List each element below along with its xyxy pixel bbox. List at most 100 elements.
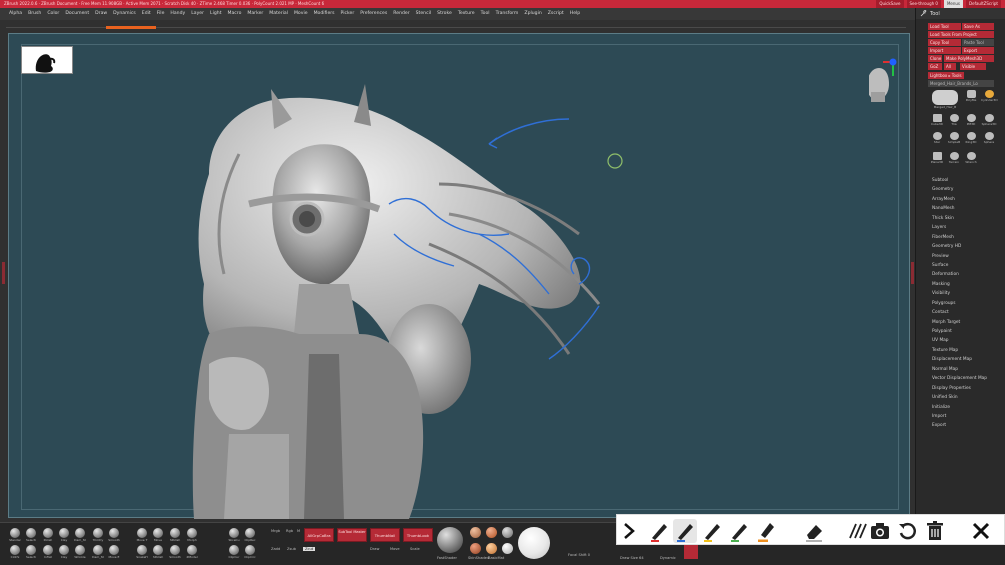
tool-thumb-plane3d[interactable]: Plane3D [929,152,945,166]
navigation-gizmo[interactable] [869,46,914,106]
matcap-swatch[interactable] [502,527,513,538]
subpalette-display-properties[interactable]: Display Properties [930,384,1002,393]
subpalette-preview[interactable]: Preview [930,252,1002,261]
brush-zmodel[interactable]: ZModel [184,545,200,563]
subpalette-visibility[interactable]: Visibility [930,289,1002,298]
export-button[interactable]: Export [962,47,994,54]
brush-move-e[interactable]: Move E [106,545,122,563]
scale-mode-button[interactable]: Scale [410,547,420,551]
dynamic-toggle[interactable]: Dynamic [660,556,676,560]
clone-button[interactable]: Clone [928,55,942,62]
menu-item-macro[interactable]: Macro [225,8,245,20]
menu-item-stencil[interactable]: Stencil [413,8,435,20]
material-swatch-6[interactable] [502,543,513,554]
subpalette-thick-skin[interactable]: Thick Skin [930,214,1002,223]
save-as-button[interactable]: Save As [962,23,994,30]
subpalette-nanomesh[interactable]: NanoMesh [930,204,1002,213]
tool-thumb-wrench[interactable]: Wrench [963,152,979,166]
load-tools-from-project-button[interactable]: Load Tools From Project [928,31,994,38]
menu-item-render[interactable]: Render [390,8,412,20]
menu-item-material[interactable]: Material [266,8,291,20]
zcut-button[interactable]: Zcut [303,547,316,551]
brush-slicecu[interactable]: SliceCu [226,528,242,546]
copy-tool-button[interactable]: Copy Tool [928,39,961,46]
rgb-label[interactable]: Rgb [286,529,293,533]
goz-all-button[interactable]: All [944,63,956,70]
subpalette-initialize[interactable]: Initialize [930,403,1002,412]
brush-clipcur[interactable]: ClipCur [226,545,242,563]
menu-item-edit[interactable]: Edit [139,8,154,20]
subpalette-normal-map[interactable]: Normal Map [930,365,1002,374]
quicksave-button[interactable]: QuickSave [876,0,904,8]
subpalette-polygroups[interactable]: Polygroups [930,299,1002,308]
load-tool-button[interactable]: Load Tool [928,23,961,30]
brush-cliprec[interactable]: ClipRec [242,528,258,546]
draw-size-readout[interactable]: Draw Size 64 [620,556,644,560]
menu-item-brush[interactable]: Brush [25,8,44,20]
tool-thumb-sphere3d[interactable]: Sphere3D [981,114,997,128]
green-pen-icon[interactable] [727,519,751,543]
menu-item-texture[interactable]: Texture [455,8,478,20]
tool-thumb-merged-hair[interactable]: Merged_Hair_B [929,90,961,112]
make-polymesh3d-button[interactable]: Make PolyMesh3D [944,55,994,62]
brush-dam-st[interactable]: Dam_St [90,545,106,563]
see-through-slider[interactable]: See-through 0 [906,0,941,8]
menu-item-modifiers[interactable]: Modifiers [311,8,338,20]
brush-hpolish[interactable]: hPolish [150,545,166,563]
subpalette-displacement-map[interactable]: Displacement Map [930,355,1002,364]
color-picker-swatch[interactable] [518,527,550,559]
paste-tool-button[interactable]: Paste Tool [962,39,994,46]
trash-icon[interactable] [923,519,947,543]
brush-selecti[interactable]: Selecti [23,545,39,563]
current-tool-name[interactable]: Merged_Hair_Brands_Lo [928,80,994,87]
zsub-button[interactable]: Zsub [287,547,296,551]
subpalette-polypaint[interactable]: Polypaint [930,327,1002,336]
brush-clipcirc[interactable]: ClipCirc [242,545,258,563]
menu-item-zplugin[interactable]: Zplugin [521,8,544,20]
menu-item-layer[interactable]: Layer [188,8,207,20]
brush-selecti[interactable]: Selecti [23,528,39,546]
menu-item-picker[interactable]: Picker [338,8,358,20]
yellow-pen-icon[interactable] [700,519,724,543]
brush-move[interactable]: Move [150,528,166,546]
brush-standar[interactable]: Standar [7,528,23,546]
thumbnail-button[interactable]: ThumbNail [370,528,400,542]
thumblook-button[interactable]: ThumbLook [403,528,433,542]
brush-move-t[interactable]: Move T [134,528,150,546]
goz-button[interactable]: GoZ [928,63,942,70]
menu-item-alpha[interactable]: Alpha [6,8,25,20]
menu-item-transform[interactable]: Transform [493,8,522,20]
subpalette-surface[interactable]: Surface [930,261,1002,270]
skin-shader-swatch[interactable] [470,527,481,538]
subpalette-vector-displacement-map[interactable]: Vector Displacement Map [930,374,1002,383]
basic-material-swatch[interactable] [486,527,497,538]
tool-thumb-simpleb[interactable]: SimpleB [946,132,962,146]
document-canvas[interactable] [8,33,910,519]
subpalette-morph-target[interactable]: Morph Target [930,318,1002,327]
tool-thumb-ring3d[interactable]: Ring3D [963,132,979,146]
menu-item-tool[interactable]: Tool [478,8,493,20]
default-zscript-button[interactable]: DefaultZScript [966,0,1001,8]
brush-morph[interactable]: Morph [184,528,200,546]
material-swatch-4[interactable] [470,543,481,554]
brush-clothi[interactable]: Clothi [7,545,23,563]
menu-item-marker[interactable]: Marker [244,8,266,20]
lightbox-tools-button[interactable]: Lightbox ▸ Tools [928,72,964,79]
menu-item-draw[interactable]: Draw [92,8,110,20]
brush-wrinkle[interactable]: Wrinkle [72,545,88,563]
tool-palette-header[interactable]: Tool [916,8,1005,19]
close-icon[interactable] [969,519,993,543]
focal-shift-readout[interactable]: Focal Shift 0 [568,553,590,557]
menu-item-file[interactable]: File [154,8,168,20]
subtool-master-button[interactable]: SubTool Master [337,528,367,542]
m-label[interactable]: M [297,529,300,533]
menus-toggle[interactable]: Menus [943,0,964,8]
material-swatch-5[interactable] [486,543,497,554]
subpalette-deformation[interactable]: Deformation [930,270,1002,279]
tool-thumb-terrain[interactable]: Terrain [946,152,962,166]
menu-item-stroke[interactable]: Stroke [434,8,455,20]
tool-thumb-tria[interactable]: Tria [946,114,962,128]
tool-thumb-star[interactable]: Star [929,132,945,146]
brush-dam-st[interactable]: Dam_St [72,528,88,546]
subpalette-import[interactable]: Import [930,412,1002,421]
